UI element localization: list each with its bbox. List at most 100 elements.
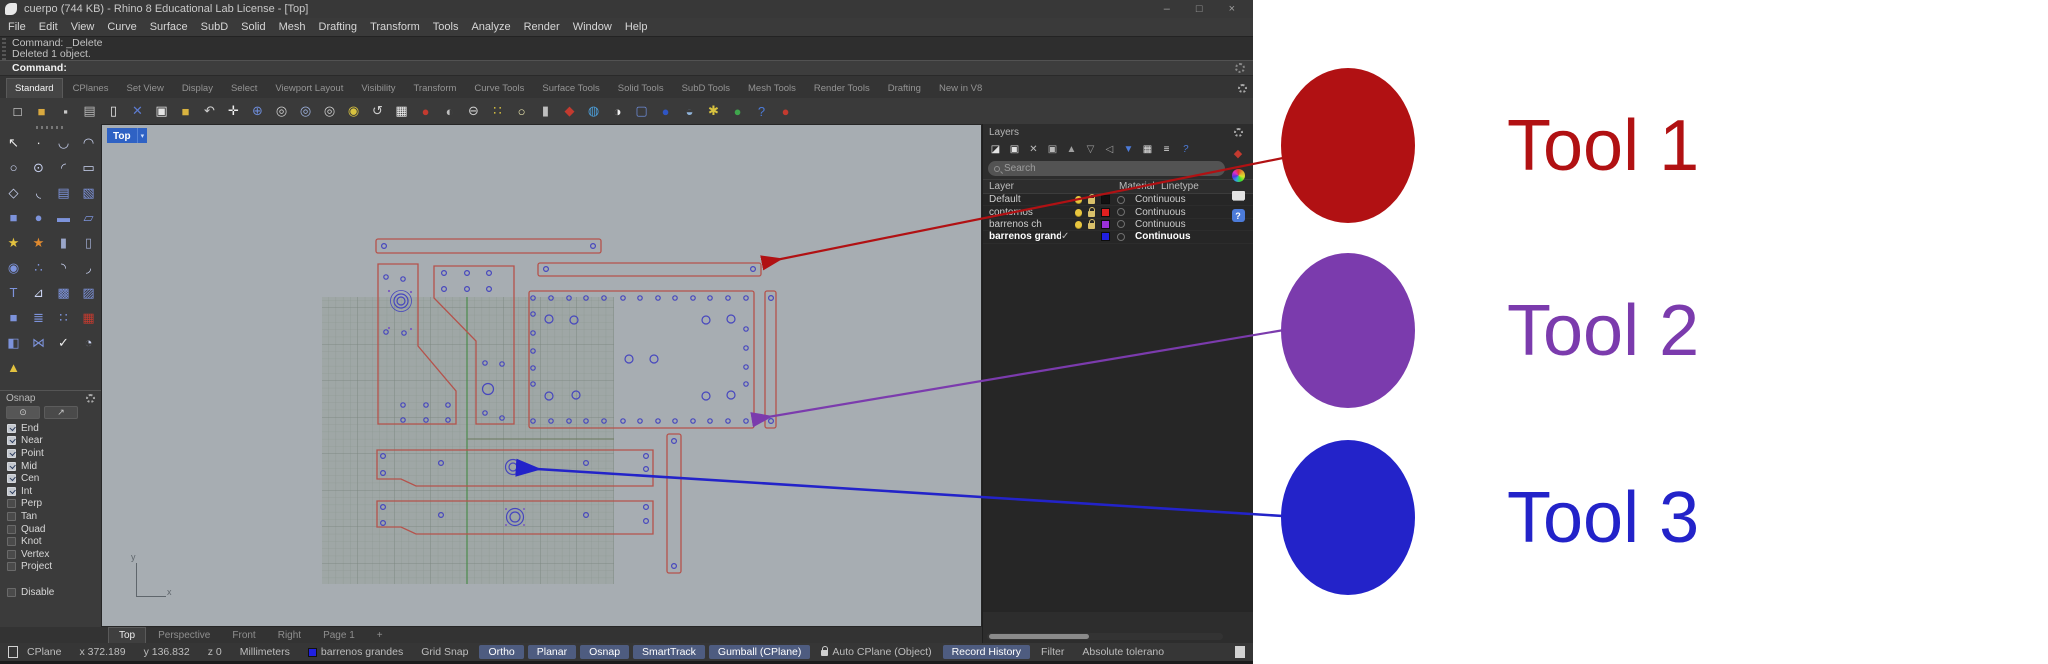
checkbox[interactable] (7, 462, 16, 471)
osnap-disable-row[interactable]: Disable (0, 586, 101, 599)
copy-icon[interactable]: ▣ (150, 100, 173, 122)
move-icon[interactable]: ■ (1, 305, 26, 330)
text-icon[interactable]: T (1, 280, 26, 305)
menu-item[interactable]: Transform (370, 21, 420, 33)
properties-icon[interactable]: ▯ (102, 100, 125, 122)
osnap-checkbox-row[interactable]: Project (0, 561, 101, 574)
viewport-layout-icon[interactable]: ▦ (390, 100, 413, 122)
menu-item[interactable]: File (8, 21, 26, 33)
minimize-button[interactable]: – (1164, 3, 1170, 15)
zoom-icon[interactable]: ◎ (270, 100, 293, 122)
zoom-extents-icon[interactable]: ◎ (318, 100, 341, 122)
move-up-icon[interactable]: ▲ (1064, 143, 1079, 157)
hide-object-icon[interactable]: ⊖ (462, 100, 485, 122)
osnap-checkbox-row[interactable]: End (0, 422, 101, 435)
osnap-checkbox-row[interactable]: Int (0, 485, 101, 498)
panel-gear-icon[interactable] (1234, 128, 1243, 137)
status-item[interactable]: barrenos grandes (299, 645, 412, 659)
status-item[interactable]: Auto CPlane (Object) (812, 645, 940, 659)
toolbar-tab[interactable]: Solid Tools (610, 79, 672, 98)
box-icon[interactable]: ■ (1, 205, 26, 230)
surface-icon[interactable]: ▧ (76, 180, 101, 205)
checkbox[interactable] (7, 424, 16, 433)
layer-color-swatch[interactable] (1101, 208, 1110, 217)
checkbox[interactable] (7, 474, 16, 483)
layers-search-input[interactable]: Search (988, 161, 1225, 176)
viewport-menu-caret-icon[interactable] (137, 128, 148, 143)
zoom-selected-icon[interactable]: ◉ (342, 100, 365, 122)
status-item[interactable]: Planar (528, 645, 576, 659)
layer-material-icon[interactable] (1117, 196, 1125, 204)
menu-item[interactable]: Curve (107, 21, 136, 33)
options-gear-icon[interactable]: ✱ (702, 100, 725, 122)
osnap-checkbox-row[interactable]: Quad (0, 523, 101, 536)
toolbar-tab[interactable]: Viewport Layout (267, 79, 351, 98)
osnap-checkbox-row[interactable]: Mid (0, 460, 101, 473)
orient-icon[interactable]: ◧ (1, 330, 26, 355)
arc-icon[interactable]: ◜ (51, 155, 76, 180)
status-panel-toggle-icon[interactable] (1235, 646, 1245, 658)
checkbox[interactable] (7, 562, 16, 571)
support-chat-icon[interactable]: ● (774, 100, 797, 122)
clamp-icon[interactable]: ⋈ (26, 330, 51, 355)
checkbox[interactable] (7, 487, 16, 496)
help-icon[interactable]: ? (750, 100, 773, 122)
toolbar-tab[interactable]: Render Tools (806, 79, 878, 98)
checkbox[interactable] (7, 537, 16, 546)
status-item[interactable]: x 372.189 (70, 645, 134, 659)
viewport-title[interactable]: Top (107, 128, 137, 143)
osnap-gear-icon[interactable] (86, 394, 95, 403)
toolbar-tab[interactable]: Visibility (353, 79, 403, 98)
layer-material-icon[interactable] (1117, 220, 1125, 228)
layer-lock-icon[interactable] (1088, 211, 1095, 217)
status-item[interactable]: Gumball (CPlane) (709, 645, 810, 659)
pan-icon[interactable]: ✛ (222, 100, 245, 122)
barrenos grandes[interactable]: barrenos grandes ✓ Continuous (983, 231, 1253, 243)
status-item[interactable]: Absolute tolerano (1073, 645, 1173, 659)
layer-color-swatch[interactable] (1101, 195, 1110, 204)
layers-help-icon[interactable]: ? (1178, 143, 1193, 157)
cut-icon[interactable]: ✕ (126, 100, 149, 122)
display-panel-tab-icon[interactable] (1232, 169, 1245, 182)
layers-horizontal-scrollbar[interactable] (987, 633, 1223, 640)
status-item[interactable]: Filter (1032, 645, 1073, 659)
menu-item[interactable]: Edit (39, 21, 58, 33)
pie-icon[interactable]: ◔ (76, 330, 101, 355)
checkbox[interactable] (7, 525, 16, 534)
filter-icon[interactable]: ▼ (1121, 143, 1136, 157)
grid-view-icon[interactable]: ▦ (1140, 143, 1155, 157)
checkbox[interactable] (7, 436, 16, 445)
toolbar-tab[interactable]: Curve Tools (466, 79, 532, 98)
menu-item[interactable]: View (71, 21, 95, 33)
checkbox[interactable] (7, 588, 16, 597)
list-view-icon[interactable]: ≡ (1159, 143, 1174, 157)
render-icon[interactable]: ● (654, 100, 677, 122)
Default[interactable]: Default ✓ Continuous (983, 194, 1253, 206)
toolbar-tab[interactable]: New in V8 (931, 79, 990, 98)
fillet-icon[interactable]: ◝ (51, 255, 76, 280)
control-point-curve-icon[interactable]: ◡ (51, 130, 76, 155)
collapse-icon[interactable]: ◁ (1102, 143, 1117, 157)
osnap-checkbox-row[interactable]: Cen (0, 472, 101, 485)
status-item[interactable]: CPlane (18, 645, 70, 659)
layer-color-swatch[interactable] (1101, 232, 1110, 241)
toolbar-tab[interactable]: Drafting (880, 79, 929, 98)
menu-item[interactable]: Mesh (279, 21, 306, 33)
join-icon[interactable]: ◉ (1, 255, 26, 280)
undo-icon[interactable]: ↶ (198, 100, 221, 122)
color-wheel-icon[interactable]: ◍ (582, 100, 605, 122)
properties-panel-tab-icon[interactable] (1232, 191, 1245, 200)
layer-visibility-bulb-icon[interactable] (1075, 209, 1082, 216)
blend-icon[interactable]: ◞ (76, 255, 101, 280)
barrenos ch[interactable]: barrenos ch ✓ Continuous (983, 219, 1253, 231)
new-sublayer-icon[interactable]: ▣ (1007, 143, 1022, 157)
menu-item[interactable]: Window (573, 21, 612, 33)
menu-item[interactable]: Drafting (319, 21, 358, 33)
lock-icon[interactable]: ▮ (534, 100, 557, 122)
check-icon[interactable]: ✓ (51, 330, 76, 355)
osnap-checkbox-row[interactable]: Knot (0, 535, 101, 548)
circle-icon[interactable]: ○ (1, 155, 26, 180)
osnap-tab-filters-icon[interactable]: ↗ (44, 406, 78, 419)
toolbar-gear-icon[interactable] (1238, 84, 1247, 93)
viewport-tab[interactable]: Front (222, 627, 265, 643)
